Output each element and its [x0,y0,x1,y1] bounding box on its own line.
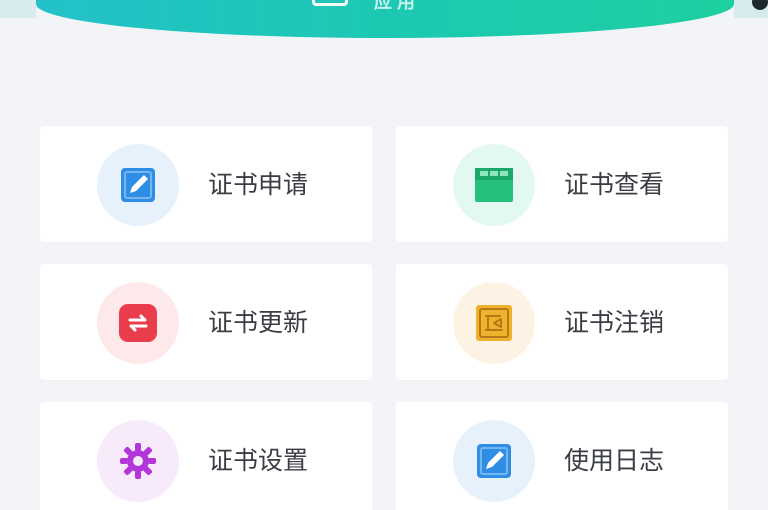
menu-item-label: 证书设置 [208,446,309,475]
usage-log-icon [477,444,511,478]
menu-item-certificate-apply[interactable]: 证书申请 [40,126,372,242]
icon-badge [97,144,179,226]
icon-badge [453,282,535,364]
icon-badge [97,420,179,502]
menu-item-label: 使用日志 [564,446,665,475]
menu-item-certificate-settings[interactable]: 证书设置 [40,402,372,510]
menu-item-label: 证书申请 [208,170,309,199]
header-title: 应用 [374,0,420,13]
menu-item-certificate-view[interactable]: 证书查看 [396,126,728,242]
menu-grid: 证书申请 证书查看 证书更新 证书注销 证书设置 使用日志 [40,126,728,510]
menu-item-certificate-update[interactable]: 证书更新 [40,264,372,380]
view-certificate-icon [475,168,513,202]
icon-badge [97,282,179,364]
menu-item-certificate-revoke[interactable]: 证书注销 [396,264,728,380]
background-strip-left [0,0,36,18]
menu-item-label: 证书更新 [208,308,309,337]
background-strip-right [734,0,768,18]
settings-gear-icon [120,443,156,479]
refresh-certificate-icon [119,304,157,342]
cancel-certificate-icon [476,305,512,341]
edit-certificate-icon [121,168,155,202]
icon-badge [453,420,535,502]
header-card-icon [312,0,348,6]
header-banner: 应用 [36,0,734,38]
menu-item-usage-log[interactable]: 使用日志 [396,402,728,510]
icon-badge [453,144,535,226]
menu-item-label: 证书查看 [564,170,665,199]
menu-item-label: 证书注销 [564,308,665,337]
status-dot [752,0,768,10]
